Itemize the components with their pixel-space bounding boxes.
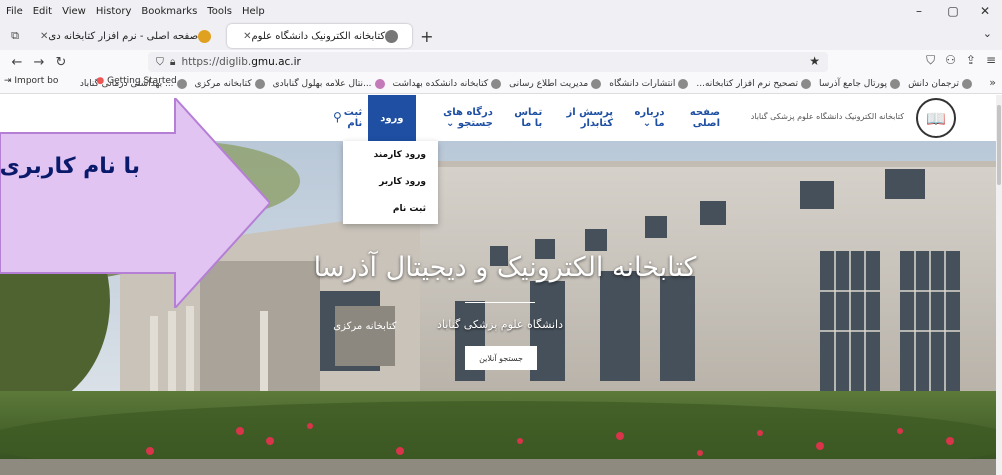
menu-bookmarks[interactable]: Bookmarks: [141, 6, 197, 17]
tab-favicon: [198, 29, 212, 43]
tutorial-arrow-callout: [0, 98, 270, 308]
app-menu-icon[interactable]: ≡: [986, 53, 996, 68]
bookmarks-left: ⇥ Import bo ● Getting Started: [4, 76, 177, 86]
bookmark-favicon: [591, 78, 602, 89]
login-user-item[interactable]: ورود کاربر: [343, 168, 438, 195]
bookmark-favicon: [254, 78, 265, 89]
tab-close-icon[interactable]: ✕: [243, 31, 251, 42]
bookmark-item[interactable]: کتابخانه دانشکده بهداشت: [393, 78, 502, 89]
bookmark-favicon: [374, 78, 385, 89]
tab-favicon: [385, 29, 399, 43]
main-nav: صفحه اصلی درباره ما ⌄ پرسش از کتابدار تم…: [330, 95, 726, 141]
bookmark-item[interactable]: کتابخانه مرکزی: [195, 78, 265, 89]
nav-about[interactable]: درباره ما ⌄: [619, 95, 670, 141]
tab-title: صفحه اصلی - نرم افزار کتابخانه دی: [48, 30, 199, 42]
account-icon[interactable]: ⚇: [945, 53, 956, 68]
login-dropdown: ورود کارمند ورود کاربر ثبت نام: [343, 141, 438, 224]
import-bookmarks-item[interactable]: ⇥ Import bo: [4, 76, 58, 86]
tab-digital-library[interactable]: کتابخانه الکترونیک دانشگاه علوم ✕: [227, 24, 413, 48]
tab-title: کتابخانه الکترونیک دانشگاه علوم: [251, 30, 386, 42]
bookmark-item[interactable]: پورتال جامع آذرسا: [819, 78, 901, 89]
bookmark-star-icon[interactable]: ★: [809, 54, 820, 68]
tab-close-icon[interactable]: ✕: [40, 31, 48, 42]
nav-home[interactable]: صفحه اصلی: [671, 95, 726, 141]
nav-contact[interactable]: تماس با ما: [499, 95, 548, 141]
hero-subtitle: دانشگاه علوم پزشکی گناباد: [436, 318, 564, 331]
reload-icon[interactable]: ↻: [50, 55, 72, 70]
tab-overview-icon[interactable]: ⧉: [6, 29, 24, 43]
register-item[interactable]: ثبت نام: [343, 195, 438, 222]
shield-icon: ⛉: [156, 55, 164, 68]
url-domain: gmu.ac.ir: [251, 56, 301, 68]
lock-icon: 🔒︎: [169, 55, 176, 68]
url-prefix: https://diglib.: [181, 56, 252, 68]
menu-history[interactable]: History: [96, 6, 132, 17]
minimize-button[interactable]: –: [902, 0, 936, 22]
menu-help[interactable]: Help: [242, 6, 265, 17]
address-bar[interactable]: ⛉ 🔒︎ https://diglib. gmu.ac.ir ★: [148, 52, 828, 72]
close-window-button[interactable]: ✕: [968, 0, 1002, 22]
navigation-bar: ← → ↻ ⛉ 🔒︎ https://diglib. gmu.ac.ir ★ ⛉ …: [0, 50, 1002, 74]
nav-ask-librarian[interactable]: پرسش از کتابدار: [548, 95, 619, 141]
bookmark-item[interactable]: تصحیح نرم افزار کتابخانه...: [696, 78, 811, 89]
hero-title: کتابخانه الکترونیک و دیجیتال آذرسا: [313, 252, 697, 283]
bookmark-favicon: [678, 78, 689, 89]
login-staff-item[interactable]: ورود کارمند: [343, 141, 438, 168]
menu-file[interactable]: File: [6, 6, 23, 17]
bookmark-item[interactable]: ترجمان دانش: [908, 78, 972, 89]
callout-text: با نام کاربری: [0, 154, 140, 179]
search-icon[interactable]: ⚲: [333, 110, 342, 124]
university-logo[interactable]: 📖: [916, 98, 956, 138]
maximize-button[interactable]: ▢: [936, 0, 970, 22]
new-tab-button[interactable]: +: [420, 27, 433, 46]
nav-search-portals[interactable]: درگاه های جستجو ⌄: [416, 95, 499, 141]
bookmark-item[interactable]: انتشارات دانشگاه: [609, 78, 689, 89]
tab-library-software[interactable]: صفحه اصلی - نرم افزار کتابخانه دی ✕: [24, 24, 225, 48]
menu-tools[interactable]: Tools: [207, 6, 232, 17]
nav-login[interactable]: ورود: [368, 95, 416, 141]
bookmark-favicon: [801, 78, 811, 89]
forward-icon[interactable]: →: [28, 55, 50, 70]
scrollbar-thumb[interactable]: [997, 105, 1001, 185]
list-all-tabs-icon[interactable]: ⌄: [983, 27, 992, 40]
hero-divider: [465, 302, 535, 303]
extensions-icon[interactable]: ⇪: [966, 53, 976, 68]
bookmark-item[interactable]: مدیریت اطلاع رسانی: [509, 78, 602, 89]
pocket-icon[interactable]: ⛉: [926, 53, 935, 68]
menu-bar: File Edit View History Bookmarks Tools H…: [0, 0, 1002, 22]
page-scrollbar[interactable]: [996, 95, 1002, 475]
toolbar-icons: ⛉ ⚇ ⇪ ≡: [926, 53, 996, 68]
back-icon[interactable]: ←: [6, 55, 28, 70]
building-sign: کتابخانه مرکزی: [333, 321, 397, 332]
bookmark-favicon: [176, 78, 187, 89]
more-bookmarks-icon[interactable]: »: [989, 76, 996, 89]
bookmark-favicon: [890, 78, 901, 89]
bookmark-favicon: [962, 78, 972, 89]
online-search-button[interactable]: جستجو آنلاین: [465, 346, 537, 370]
bookmark-favicon: [491, 78, 502, 89]
getting-started-item[interactable]: ● Getting Started: [96, 76, 176, 86]
site-name: کتابخانه الکترونیک دانشگاه علوم پزشکی گن…: [750, 112, 904, 121]
tab-strip: ⧉ صفحه اصلی - نرم افزار کتابخانه دی ✕ کت…: [0, 22, 1002, 50]
menu-view[interactable]: View: [62, 6, 86, 17]
bookmark-item[interactable]: ...نتال علامه بهلول گنابادی: [273, 78, 385, 89]
menu-edit[interactable]: Edit: [33, 6, 52, 17]
